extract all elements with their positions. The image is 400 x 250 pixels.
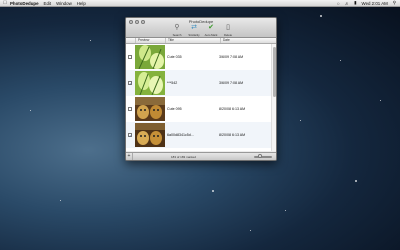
similarity-icon: ⇄: [191, 24, 197, 31]
window-titlebar[interactable]: PhotoDedupe ⚲ Search ⇄ Similarity ✔ Auto…: [126, 18, 276, 38]
menu-edit[interactable]: Edit: [44, 1, 52, 6]
photodedupe-window: PhotoDedupe ⚲ Search ⇄ Similarity ✔ Auto…: [125, 17, 277, 161]
trash-icon: ▯: [226, 24, 230, 31]
photo-thumbnail: [135, 45, 165, 69]
auto-mark-label: Auto Mark: [204, 33, 218, 37]
column-date[interactable]: Date: [220, 38, 272, 43]
volume-icon[interactable]: ♬: [345, 1, 349, 6]
spotlight-search-icon[interactable]: ⚲: [393, 0, 396, 6]
delete-label: Delete: [223, 33, 233, 37]
row-checkbox-checked[interactable]: ✓: [128, 81, 132, 86]
scrollbar-knob[interactable]: [273, 47, 276, 97]
column-preview[interactable]: Preview: [135, 38, 165, 43]
vertical-scrollbar[interactable]: [271, 44, 276, 151]
status-text: 183 of 183 marked: [171, 154, 197, 159]
slider-handle[interactable]: [258, 154, 262, 158]
row-checkbox[interactable]: [128, 107, 132, 111]
menu-help[interactable]: Help: [77, 1, 86, 6]
search-label: Search: [172, 33, 182, 37]
row-date: 8/20/08 6:13 AM: [219, 133, 246, 137]
toolbar: ⚲ Search ⇄ Similarity ✔ Auto Mark ▯ Dele…: [170, 24, 235, 37]
column-title[interactable]: Title: [165, 38, 220, 43]
photo-thumbnail: [135, 123, 165, 147]
auto-mark-icon: ✔: [208, 24, 214, 31]
wifi-icon[interactable]: ○: [337, 1, 340, 6]
table-row[interactable]: ✓ 6a00d8341c5d9969e20120... 8/20/08 6:13…: [126, 122, 272, 148]
row-checkbox[interactable]: [128, 55, 132, 59]
add-icon[interactable]: +: [126, 153, 133, 160]
similarity-button[interactable]: ⇄ Similarity: [187, 24, 201, 37]
menu-bar:  PhotoDedupe Edit Window Help ○ ♬ ▮ Wed…: [0, 0, 400, 7]
results-list: Cute 035 3/6/09 7:08 AM ✓ ***542 3/6/09 …: [126, 44, 276, 151]
row-title: 6a00d8341c5d9969e20120...: [167, 133, 195, 137]
similarity-label: Similarity: [188, 33, 200, 37]
table-row[interactable]: Cute 035 3/6/09 7:08 AM: [126, 44, 272, 70]
row-date: 3/6/09 7:08 AM: [219, 81, 244, 85]
status-bar: + 183 of 183 marked: [126, 152, 276, 160]
menu-app-name[interactable]: PhotoDedupe: [10, 1, 39, 6]
row-date: 8/20/08 6:13 AM: [219, 107, 246, 111]
row-date: 3/6/09 7:08 AM: [219, 55, 244, 59]
search-icon: ⚲: [174, 24, 180, 31]
photo-thumbnail: [135, 71, 165, 95]
delete-button[interactable]: ▯ Delete: [221, 24, 235, 37]
table-row[interactable]: Cute 095 8/20/08 6:13 AM: [126, 96, 272, 122]
auto-mark-button[interactable]: ✔ Auto Mark: [204, 24, 218, 37]
table-row[interactable]: ✓ ***542 3/6/09 7:08 AM: [126, 70, 272, 96]
thumbnail-size-slider[interactable]: [254, 154, 272, 158]
row-title: Cute 095: [167, 107, 182, 111]
row-title: Cute 035: [167, 55, 182, 59]
search-button[interactable]: ⚲ Search: [170, 24, 184, 37]
menu-window[interactable]: Window: [56, 1, 72, 6]
menu-clock[interactable]: Wed 2:01 AM: [362, 1, 388, 6]
row-title: ***542: [167, 81, 178, 85]
battery-icon[interactable]: ▮: [354, 0, 356, 6]
photo-thumbnail: [135, 97, 165, 121]
row-checkbox-checked[interactable]: ✓: [128, 133, 132, 138]
apple-menu-icon[interactable]: : [0, 0, 10, 6]
column-check[interactable]: [126, 38, 135, 43]
